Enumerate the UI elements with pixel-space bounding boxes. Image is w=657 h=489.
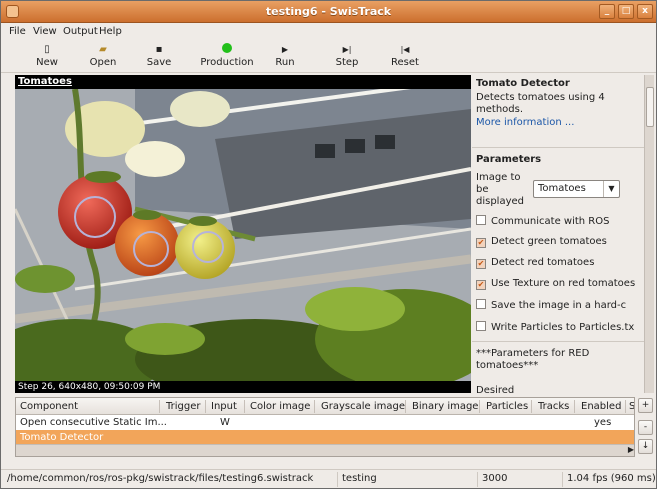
table-row[interactable]: Open consecutive Static Im... W yes bbox=[16, 415, 634, 430]
production-status-icon bbox=[197, 43, 257, 57]
status-bar: /home/common/ros/ros-pkg/swistrack/files… bbox=[1, 469, 656, 488]
save-button[interactable]: ▪ Save bbox=[137, 43, 181, 71]
production-button[interactable]: Production bbox=[197, 43, 257, 71]
new-file-icon: ▯ bbox=[44, 44, 50, 55]
scrollbar-thumb[interactable] bbox=[646, 87, 654, 127]
table-header: Component Trigger Input Color image Gray… bbox=[16, 398, 634, 415]
production-label: Production bbox=[200, 57, 254, 68]
checkbox-label: Write Particles to Particles.tx bbox=[491, 322, 635, 333]
minimize-button[interactable]: _ bbox=[599, 4, 615, 19]
parameters-title: Parameters bbox=[476, 154, 542, 165]
tomato-scene-image bbox=[15, 89, 471, 381]
column-header-input[interactable]: Input bbox=[211, 401, 237, 412]
menu-file[interactable]: File bbox=[9, 26, 26, 37]
detector-settings-panel: Tomato Detector Detects tomatoes using 4… bbox=[472, 75, 644, 393]
new-button[interactable]: ▯ New bbox=[25, 43, 69, 71]
column-header-tracks[interactable]: Tracks bbox=[538, 401, 569, 412]
divider bbox=[472, 147, 644, 148]
new-label: New bbox=[36, 57, 58, 68]
reset-button[interactable]: |◀ Reset bbox=[383, 43, 427, 71]
desired-label: Desired bbox=[476, 385, 515, 393]
menu-bar: File View Output Help bbox=[1, 23, 656, 41]
save-label: Save bbox=[146, 57, 172, 68]
remove-component-button[interactable]: - bbox=[638, 420, 653, 435]
video-status-text: Step 26, 640x480, 09:50:09 PM bbox=[18, 382, 161, 392]
more-information-link[interactable]: More information ... bbox=[476, 117, 642, 128]
column-header-enabled[interactable]: Enabled bbox=[581, 401, 621, 412]
component-table: Component Trigger Input Color image Gray… bbox=[15, 397, 635, 457]
column-header-trigger[interactable]: Trigger bbox=[166, 401, 201, 412]
title-bar: testing6 - SwisTrack _ □ x bbox=[1, 1, 656, 23]
cell-component: Open consecutive Static Im... bbox=[20, 417, 167, 428]
save-disk-icon: ▪ bbox=[155, 44, 163, 55]
checkbox-label: Detect green tomatoes bbox=[491, 236, 607, 247]
detect-green-checkbox[interactable]: ✔ Detect green tomatoes bbox=[476, 236, 642, 250]
step-label: Step bbox=[335, 57, 359, 68]
open-folder-icon: ▰ bbox=[99, 44, 107, 55]
image-display-value: Tomatoes bbox=[538, 183, 586, 194]
image-display-select[interactable]: Tomatoes ▼ bbox=[533, 180, 620, 198]
video-display-panel[interactable]: Tomatoes Step 26, 640x480, 09:50:09 PM bbox=[15, 75, 471, 393]
step-button[interactable]: ▶| Step bbox=[325, 43, 369, 71]
application-window: testing6 - SwisTrack _ □ x File View Out… bbox=[0, 0, 657, 489]
menu-help[interactable]: Help bbox=[99, 26, 122, 37]
menu-view[interactable]: View bbox=[33, 26, 57, 37]
column-header-color-image[interactable]: Color image bbox=[250, 401, 310, 412]
camera-image bbox=[15, 89, 471, 381]
communicate-ros-checkbox[interactable]: Communicate with ROS bbox=[476, 215, 642, 229]
window-title: testing6 - SwisTrack bbox=[265, 5, 392, 18]
reset-label: Reset bbox=[391, 57, 419, 68]
checkbox-label: Communicate with ROS bbox=[491, 216, 610, 227]
move-down-button[interactable]: ↓ bbox=[638, 439, 653, 454]
use-texture-checkbox[interactable]: ✔ Use Texture on red tomatoes bbox=[476, 278, 642, 292]
table-horizontal-scrollbar[interactable]: ▶ bbox=[16, 444, 634, 456]
panel-scrollbar[interactable] bbox=[644, 75, 654, 393]
write-particles-checkbox[interactable]: Write Particles to Particles.tx bbox=[476, 321, 642, 335]
add-component-button[interactable]: + bbox=[638, 398, 653, 413]
checkbox-unchecked-icon bbox=[476, 321, 486, 331]
column-header-s[interactable]: S bbox=[629, 401, 634, 412]
checkbox-unchecked-icon bbox=[476, 299, 486, 309]
checkbox-label: Save the image in a hard-c bbox=[491, 300, 627, 311]
close-button[interactable]: x bbox=[637, 4, 653, 19]
cell-enabled: yes bbox=[594, 417, 612, 428]
maximize-button[interactable]: □ bbox=[618, 4, 634, 19]
column-header-particles[interactable]: Particles bbox=[486, 401, 528, 412]
run-label: Run bbox=[275, 57, 295, 68]
detect-red-checkbox[interactable]: ✔ Detect red tomatoes bbox=[476, 257, 642, 271]
video-title: Tomatoes bbox=[18, 76, 72, 87]
save-image-checkbox[interactable]: Save the image in a hard-c bbox=[476, 299, 642, 313]
cell-input: W bbox=[220, 417, 230, 428]
column-header-grayscale-image[interactable]: Grayscale image bbox=[321, 401, 405, 412]
chevron-down-icon: ▼ bbox=[603, 181, 619, 197]
divider bbox=[472, 341, 644, 342]
step-icon: ▶| bbox=[342, 45, 352, 54]
checkbox-label: Detect red tomatoes bbox=[491, 257, 595, 268]
checkbox-checked-icon: ✔ bbox=[476, 259, 486, 269]
status-port: 3000 bbox=[478, 472, 563, 487]
status-mode: testing bbox=[338, 472, 478, 487]
status-file-path: /home/common/ros/ros-pkg/swistrack/files… bbox=[3, 472, 338, 487]
table-row-selected[interactable]: Tomato Detector bbox=[16, 430, 634, 445]
run-play-icon: ▶ bbox=[281, 45, 289, 54]
scroll-right-icon[interactable]: ▶ bbox=[628, 445, 634, 454]
detector-description: Detects tomatoes using 4 methods. bbox=[476, 92, 605, 115]
checkbox-unchecked-icon bbox=[476, 215, 486, 225]
checkbox-checked-icon: ✔ bbox=[476, 280, 486, 290]
open-button[interactable]: ▰ Open bbox=[81, 43, 125, 71]
checkbox-label: Use Texture on red tomatoes bbox=[491, 278, 636, 289]
toolbar: ▯ New ▰ Open ▪ Save Production ▶ Run ▶| … bbox=[1, 41, 656, 73]
reset-icon: |◀ bbox=[400, 45, 410, 54]
column-header-binary-image[interactable]: Binary image bbox=[412, 401, 478, 412]
menu-output[interactable]: Output bbox=[63, 26, 98, 37]
run-button[interactable]: ▶ Run bbox=[263, 43, 307, 71]
checkbox-checked-icon: ✔ bbox=[476, 238, 486, 248]
red-parameters-heading: ***Parameters for RED tomatoes*** bbox=[476, 348, 590, 371]
status-fps: 1.04 fps (960 ms) bbox=[567, 473, 656, 484]
detector-title: Tomato Detector bbox=[476, 78, 570, 89]
image-to-display-label: Image to be displayed bbox=[476, 172, 525, 207]
column-header-component[interactable]: Component bbox=[20, 401, 78, 412]
cell-component: Tomato Detector bbox=[20, 432, 104, 443]
open-label: Open bbox=[89, 57, 117, 68]
